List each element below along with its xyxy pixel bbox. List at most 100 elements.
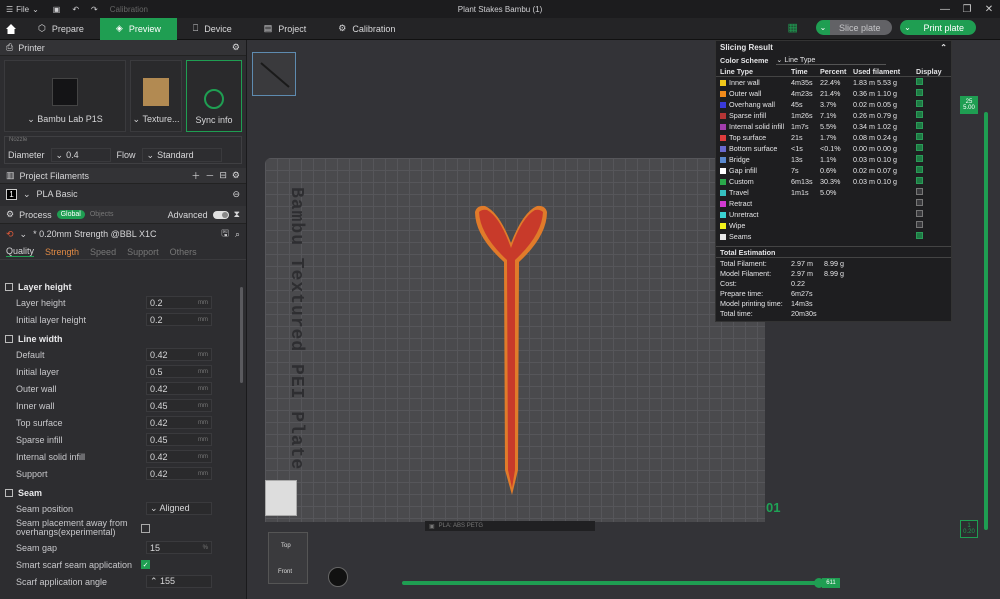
minimize-icon[interactable]: —: [934, 0, 956, 18]
tab-speed[interactable]: Speed: [90, 247, 116, 257]
estimation-row: Prepare time: 6m27s: [720, 288, 813, 298]
param-row: Layer height 0.2 mm: [0, 294, 238, 311]
tab-calibration[interactable]: ⚙ Calibration: [322, 18, 411, 40]
compare-icon[interactable]: ⧗: [234, 209, 240, 220]
layout-icon[interactable]: ▦: [788, 21, 798, 34]
seam-gap-input[interactable]: 15%: [146, 541, 212, 554]
orientation-cube[interactable]: Top Front: [268, 532, 308, 584]
filament-sync-icon[interactable]: ⊟: [219, 170, 227, 181]
tab-prepare[interactable]: ⬡ Prepare: [22, 18, 100, 40]
result-row: Bridge 13s 1.1% 0.03 m 0.10 g: [716, 154, 951, 165]
objects-toggle[interactable]: Objects: [90, 211, 114, 218]
display-checkbox[interactable]: [916, 111, 923, 118]
chevron-down-icon[interactable]: ⌄: [900, 20, 915, 35]
tab-strength[interactable]: Strength: [45, 247, 79, 257]
maximize-icon[interactable]: ❐: [956, 0, 978, 18]
collapse-icon[interactable]: ⌃: [940, 43, 947, 52]
color-swatch: [720, 134, 726, 141]
param-input[interactable]: 0.2 mm: [146, 296, 212, 309]
smart-scarf-checkbox[interactable]: ✓: [141, 560, 150, 569]
tab-project[interactable]: ▤ Project: [248, 18, 323, 40]
seam-away-checkbox[interactable]: [141, 523, 150, 533]
chevron-up-icon: ⌃: [150, 576, 161, 586]
advanced-toggle[interactable]: [212, 210, 229, 219]
tab-preview[interactable]: ◈ Preview: [99, 17, 177, 40]
result-header: Slicing Result ⌃: [720, 43, 947, 52]
layer-slider-bottom-label[interactable]: 1 0.20: [960, 520, 978, 538]
gear-icon[interactable]: ⚙: [232, 42, 240, 53]
gear-icon[interactable]: ⚙: [232, 170, 240, 181]
view-cube[interactable]: [265, 480, 297, 516]
result-row: Internal solid infill 1m7s 5.5% 0.34 m 1…: [716, 121, 951, 132]
display-checkbox[interactable]: [916, 177, 923, 184]
display-checkbox[interactable]: [916, 122, 923, 129]
param-input[interactable]: 0.42 mm: [146, 348, 212, 361]
close-icon[interactable]: ✕: [978, 0, 1000, 18]
device-icon: ⎕: [192, 23, 199, 33]
save-icon[interactable]: ▣: [53, 5, 61, 14]
tab-support[interactable]: Support: [127, 247, 159, 257]
home-icon[interactable]: [0, 18, 22, 40]
layer-slider-top-label[interactable]: 25 5.00: [960, 96, 978, 114]
display-checkbox[interactable]: [916, 221, 923, 228]
display-checkbox[interactable]: [916, 199, 923, 206]
chevron-down-icon[interactable]: ⌄: [20, 229, 28, 240]
layer-number: 01: [766, 500, 781, 515]
sidebar-scrollbar[interactable]: [240, 287, 243, 383]
param-input[interactable]: 0.42 mm: [146, 382, 212, 395]
param-input[interactable]: 0.2 mm: [146, 313, 212, 326]
add-icon[interactable]: ＋: [191, 169, 200, 182]
param-input[interactable]: 0.42 mm: [146, 450, 212, 463]
tab-others[interactable]: Others: [170, 247, 197, 257]
display-checkbox[interactable]: [916, 166, 923, 173]
color-swatch: [720, 123, 726, 130]
slice-plate-button[interactable]: ⌄ Slice plate: [815, 20, 893, 35]
display-checkbox[interactable]: [916, 133, 923, 140]
remove-filament-icon[interactable]: ⊖: [232, 189, 240, 200]
file-menu[interactable]: ☰ File ⌄: [6, 5, 39, 14]
display-checkbox[interactable]: [916, 100, 923, 107]
calibration-small-link[interactable]: Calibration: [110, 5, 148, 14]
param-input[interactable]: 0.45 mm: [146, 433, 212, 446]
chevron-down-icon[interactable]: ⌄: [815, 20, 830, 35]
result-row: Top surface 21s 1.7% 0.08 m 0.24 g: [716, 132, 951, 143]
param-input[interactable]: 0.45 mm: [146, 399, 212, 412]
search-icon[interactable]: ⌕: [235, 229, 240, 240]
color-scheme-select[interactable]: ⌄ Line Type: [776, 55, 887, 65]
param-row: Inner wall 0.45 mm: [0, 397, 238, 414]
zoom-fit-icon[interactable]: [328, 567, 348, 587]
layer-slider[interactable]: [984, 112, 988, 530]
color-swatch: [720, 211, 726, 218]
sync-info-button[interactable]: Sync info: [186, 60, 242, 132]
filament-row[interactable]: 1 ⌄ PLA Basic ⊖: [0, 184, 246, 204]
display-checkbox[interactable]: [916, 144, 923, 151]
remove-icon[interactable]: －: [205, 169, 214, 182]
scarf-angle-input[interactable]: ⌃ 155: [146, 575, 212, 588]
param-input[interactable]: 0.42 mm: [146, 416, 212, 429]
result-columns: Line Type Time Percent Used filament Dis…: [716, 66, 951, 77]
diameter-select[interactable]: ⌄ 0.4: [50, 148, 111, 162]
display-checkbox[interactable]: [916, 155, 923, 162]
process-preset-row[interactable]: ⟲ ⌄ * 0.20mm Strength @BBL X1C 🖫 ⌕: [0, 224, 246, 244]
global-toggle[interactable]: Global: [56, 210, 85, 219]
display-checkbox[interactable]: [916, 188, 923, 195]
move-slider[interactable]: [402, 581, 818, 585]
tab-quality[interactable]: Quality: [6, 246, 35, 257]
plate-select-card[interactable]: ⌄ Texture...: [130, 60, 182, 132]
display-checkbox[interactable]: [916, 78, 923, 85]
seam-position-select[interactable]: ⌄ Aligned: [146, 502, 212, 515]
undo-icon[interactable]: ↶: [72, 5, 79, 14]
chevron-down-icon[interactable]: ⌄: [23, 189, 31, 200]
save-preset-icon[interactable]: 🖫: [221, 226, 229, 242]
param-input[interactable]: 0.5 mm: [146, 365, 212, 378]
redo-icon[interactable]: ↷: [91, 5, 98, 14]
param-input[interactable]: 0.42 mm: [146, 467, 212, 480]
printer-select-card[interactable]: ⌄ Bambu Lab P1S: [4, 60, 126, 132]
print-plate-button[interactable]: ⌄ Print plate: [900, 20, 976, 35]
tab-device[interactable]: ⎕ Device: [177, 18, 248, 40]
display-checkbox[interactable]: [916, 210, 923, 217]
process-tabs: Quality Strength Speed Support Others: [0, 244, 246, 260]
display-checkbox[interactable]: [916, 89, 923, 96]
display-checkbox[interactable]: [916, 232, 923, 239]
flow-select[interactable]: ⌄ Standard: [141, 148, 222, 162]
